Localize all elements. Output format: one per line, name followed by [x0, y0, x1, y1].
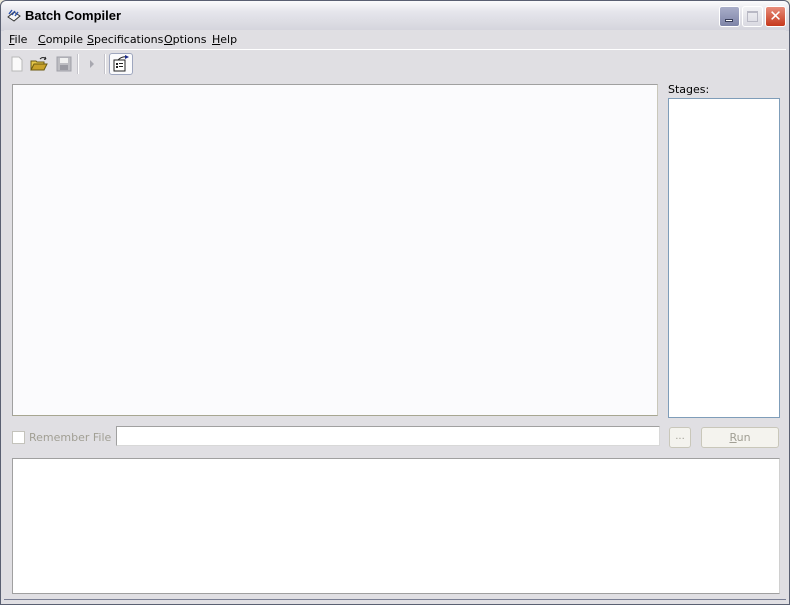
toolbar-separator — [104, 54, 106, 74]
menu-help[interactable]: Help — [212, 33, 237, 46]
toolbar — [4, 51, 786, 77]
close-icon: ✕ — [769, 7, 782, 25]
browse-button[interactable]: ... — [669, 427, 691, 448]
run-button[interactable]: Run — [701, 427, 779, 448]
menu-bar: File Compile Specifications Options Help — [4, 30, 786, 50]
menu-compile-accel: C — [38, 33, 46, 46]
minimize-icon — [725, 19, 733, 22]
run-arrow-icon — [90, 60, 94, 68]
new-file-icon — [11, 56, 23, 72]
maximize-icon — [747, 11, 758, 22]
save-button[interactable] — [53, 53, 75, 75]
close-button[interactable]: ✕ — [765, 6, 786, 27]
menu-help-label: elp — [220, 33, 238, 46]
stages-label: Stages: — [668, 83, 710, 96]
batch-compiler-window: Batch Compiler ✕ File Compile Specificat… — [0, 0, 790, 605]
save-icon — [56, 56, 72, 72]
maximize-button[interactable] — [742, 6, 763, 27]
menu-specifications-label: pecifications — [93, 33, 164, 46]
new-file-button[interactable] — [6, 53, 28, 75]
open-button[interactable] — [28, 53, 50, 75]
run-button-label: un — [736, 431, 751, 444]
toolbar-separator — [77, 54, 79, 74]
remember-file-label[interactable]: Remember File — [29, 431, 111, 444]
title-bar[interactable]: Batch Compiler ✕ — [1, 1, 789, 31]
file-path-input[interactable] — [116, 426, 660, 446]
menu-file[interactable]: File — [9, 33, 27, 46]
output-log[interactable] — [12, 458, 780, 594]
menu-compile[interactable]: Compile — [38, 33, 83, 46]
menu-specifications[interactable]: Specifications — [87, 33, 163, 46]
stages-list[interactable] — [668, 98, 780, 418]
batch-compiler-icon — [6, 8, 22, 24]
menu-specifications-accel: S — [87, 33, 94, 46]
run-button-accel: R — [729, 431, 737, 444]
menu-options[interactable]: Options — [164, 33, 206, 46]
minimize-button[interactable] — [719, 6, 740, 27]
menu-options-accel: O — [164, 33, 173, 46]
remember-file-checkbox[interactable] — [12, 431, 25, 444]
batch-file-area[interactable] — [12, 84, 658, 416]
specification-properties-button[interactable] — [109, 53, 133, 75]
menu-file-label: ile — [14, 33, 28, 46]
menu-compile-label: ompile — [45, 33, 83, 46]
open-folder-icon — [30, 56, 48, 71]
run-toolbar-button[interactable] — [81, 53, 103, 75]
specification-properties-icon — [113, 55, 129, 72]
window-bottom-border — [4, 599, 786, 600]
menu-options-label: ptions — [172, 33, 207, 46]
window-title: Batch Compiler — [25, 8, 122, 23]
